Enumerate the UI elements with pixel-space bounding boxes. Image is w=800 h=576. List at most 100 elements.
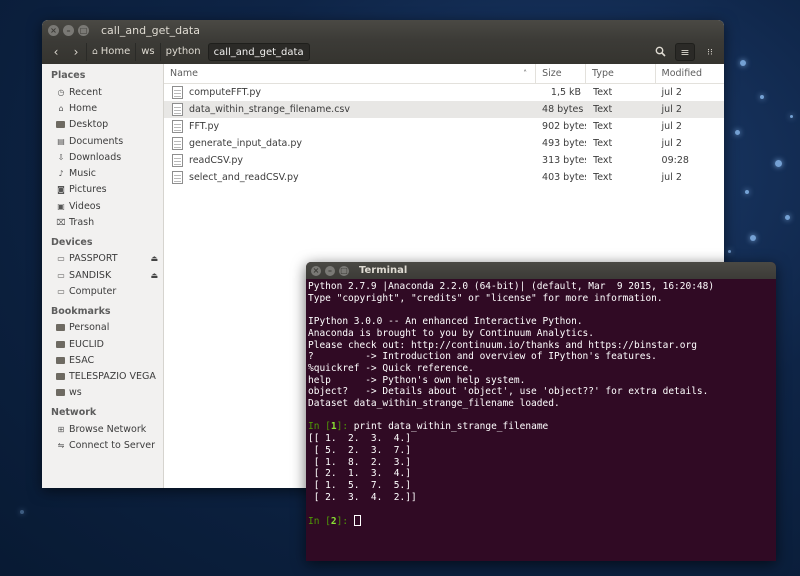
file-size: 1,5 kB <box>550 87 582 98</box>
column-modified[interactable]: Modified <box>656 64 724 84</box>
sidebar-item-recent[interactable]: ◷ Recent <box>42 84 163 100</box>
folder-icon <box>56 373 65 381</box>
sidebar-item-desktop[interactable]: Desktop <box>42 117 163 133</box>
sidebar-item-label: Desktop <box>69 119 109 131</box>
grid-icon: ⁝⁝ <box>707 48 713 58</box>
wallpaper-light <box>750 235 756 241</box>
file-modified: jul 2 <box>661 138 682 149</box>
prompt-command: print data_within_strange_filename <box>353 421 549 433</box>
terminal-titlebar[interactable]: × – □ Terminal <box>306 262 776 279</box>
maximize-icon[interactable]: □ <box>339 265 349 276</box>
sidebar-item-esac[interactable]: ESAC <box>42 352 163 368</box>
sidebar-item-label: Home <box>69 102 98 114</box>
breadcrumb-current[interactable]: call_and_get_data <box>207 43 310 61</box>
home-icon: ⌂ <box>92 47 98 57</box>
camera-icon: ◙ <box>57 185 65 195</box>
sidebar-item-passport[interactable]: ▭ PASSPORT ⏏ <box>42 251 163 267</box>
sidebar-item-ws[interactable]: ws <box>42 385 163 401</box>
breadcrumb-home[interactable]: ⌂ Home <box>86 43 135 61</box>
files-toolbar: ‹ › ⌂ Home ws python call_and_get_data ≡ … <box>42 40 724 64</box>
home-icon: ⌂ <box>58 103 64 113</box>
terminal-line: IPython 3.0.0 -- An enhanced Interactive… <box>308 316 583 328</box>
sidebar-item-browse-network[interactable]: ⊞ Browse Network <box>42 421 163 437</box>
breadcrumb-ws[interactable]: ws <box>135 43 159 61</box>
sidebar-item-documents[interactable]: ▤ Documents <box>42 133 163 149</box>
terminal-output-line: [ 2. 1. 3. 4.] <box>308 468 411 480</box>
column-size[interactable]: Size <box>536 63 587 84</box>
close-icon[interactable]: × <box>48 24 59 36</box>
sidebar-item-telespazio-vega[interactable]: TELESPAZIO VEGA <box>42 368 163 384</box>
wallpaper-light <box>728 250 731 253</box>
wallpaper-light <box>785 215 790 220</box>
list-view-button[interactable]: ≡ <box>675 43 695 61</box>
sidebar-item-label: PASSPORT <box>69 253 118 265</box>
terminal-cursor[interactable] <box>353 515 361 527</box>
sidebar-item-trash[interactable]: ⌧ Trash <box>42 214 163 230</box>
file-name: computeFFT.py <box>189 87 262 98</box>
sidebar-item-music[interactable]: ♪ Music <box>42 165 163 181</box>
sidebar-item-home[interactable]: ⌂ Home <box>42 100 163 116</box>
wallpaper-light <box>745 190 749 194</box>
file-name: select_and_readCSV.py <box>189 172 299 183</box>
file-row[interactable]: computeFFT.py 1,5 kB Text jul 2 <box>164 84 724 101</box>
maximize-icon[interactable]: □ <box>78 24 89 36</box>
wallpaper-light <box>740 60 746 66</box>
sidebar-item-personal[interactable]: Personal <box>42 320 163 336</box>
sidebar-item-pictures[interactable]: ◙ Pictures <box>42 182 163 198</box>
terminal-line: Type "copyright", "credits" or "license"… <box>308 292 663 304</box>
sidebar-item-label: TELESPAZIO VEGA <box>69 371 156 383</box>
sidebar-item-label: Computer <box>69 285 117 297</box>
file-modified: jul 2 <box>661 172 682 183</box>
minimize-icon[interactable]: – <box>325 265 335 276</box>
sidebar-heading: Network <box>51 407 97 419</box>
folder-icon <box>56 340 65 348</box>
sidebar-item-sandisk[interactable]: ▭ SANDISK ⏏ <box>42 267 163 283</box>
column-type[interactable]: Type <box>586 63 656 84</box>
terminal-output[interactable]: Python 2.7.9 |Anaconda 2.2.0 (64-bit)| (… <box>306 279 776 530</box>
breadcrumb-python[interactable]: python <box>159 43 206 61</box>
file-name: readCSV.py <box>189 155 244 166</box>
sidebar-item-connect-to-server[interactable]: ⇋ Connect to Server <box>42 437 163 453</box>
file-type: Text <box>593 87 613 98</box>
terminal-output-line: [ 1. 8. 2. 3.] <box>308 456 411 468</box>
terminal-output-line: [[ 1. 2. 3. 4.] <box>308 433 411 445</box>
sidebar-item-computer[interactable]: ▭ Computer <box>42 283 163 299</box>
ipython-prompt: In [2]: <box>308 515 774 528</box>
drive-icon: ▭ <box>57 270 65 280</box>
file-row[interactable]: generate_input_data.py 493 bytes Text jul 2 <box>164 135 724 152</box>
prompt-suffix: ]: <box>336 516 354 528</box>
file-row[interactable]: readCSV.py 313 bytes Text 09:28 <box>164 152 724 169</box>
terminal-title: Terminal <box>359 265 408 276</box>
chevron-left-icon: ‹ <box>53 45 59 59</box>
sidebar-item-label: Documents <box>69 135 124 147</box>
prompt-prefix: In [ <box>308 421 331 433</box>
server-icon: ⇋ <box>57 440 65 450</box>
column-name[interactable]: Name ˄ <box>164 63 537 84</box>
eject-icon[interactable]: ⏏ <box>150 254 158 263</box>
file-row[interactable]: data_within_strange_filename.csv 48 bytes… <box>164 101 724 118</box>
text-file-icon <box>172 120 183 133</box>
file-name-cell: readCSV.py <box>164 154 536 167</box>
sidebar-item-euclid[interactable]: EUCLID <box>42 336 163 352</box>
file-row[interactable]: FFT.py 902 bytes Text jul 2 <box>164 118 724 135</box>
file-modified: jul 2 <box>661 87 682 98</box>
file-name: FFT.py <box>189 121 220 132</box>
eject-icon[interactable]: ⏏ <box>150 271 158 280</box>
minimize-icon[interactable]: – <box>63 24 74 36</box>
close-icon[interactable]: × <box>311 265 321 276</box>
text-file-icon <box>172 154 183 167</box>
files-titlebar[interactable]: × – □ call_and_get_data <box>42 20 724 40</box>
list-icon: ≡ <box>680 46 690 59</box>
sidebar-item-label: ESAC <box>69 354 95 366</box>
search-button[interactable] <box>650 43 670 61</box>
sort-asc-icon: ˄ <box>523 68 528 78</box>
grid-view-button[interactable]: ⁝⁝ <box>700 43 720 61</box>
file-row[interactable]: select_and_readCSV.py 403 bytes Text jul 2 <box>164 169 724 186</box>
sidebar-item-downloads[interactable]: ⇩ Downloads <box>42 149 163 165</box>
terminal-window: × – □ Terminal Python 2.7.9 |Anaconda 2.… <box>306 262 776 561</box>
back-button[interactable]: ‹ <box>46 43 66 61</box>
folder-icon <box>56 324 65 332</box>
forward-button[interactable]: › <box>66 43 86 61</box>
sidebar-item-videos[interactable]: ▣ Videos <box>42 198 163 214</box>
file-modified: jul 2 <box>661 104 682 115</box>
